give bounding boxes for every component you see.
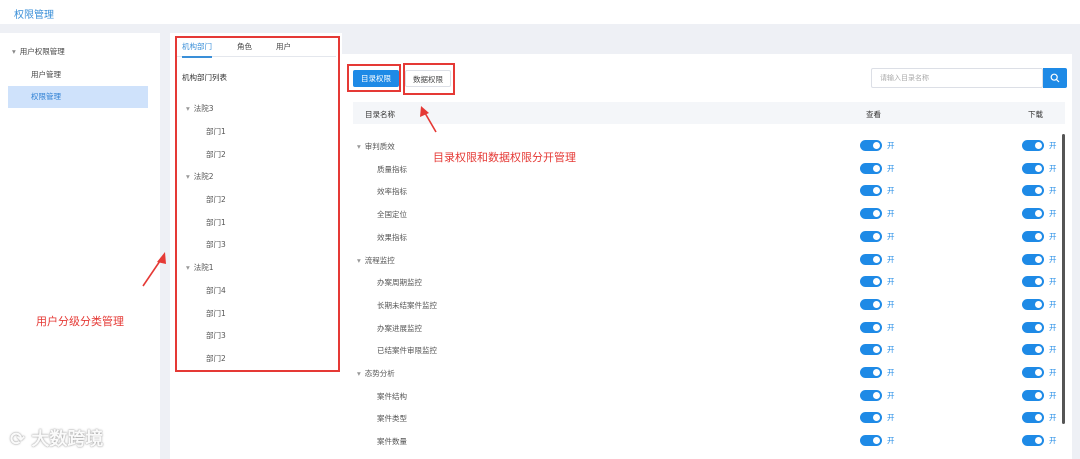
watermark-icon: ⟳	[10, 429, 32, 450]
watermark: ⟳ 大数跨境	[10, 425, 103, 451]
watermark-text: 大数跨境	[31, 429, 104, 450]
arrow-icon	[420, 106, 437, 133]
annotation-text-buttons: 目录权限和数据权限分开管理	[433, 151, 576, 164]
annotation-arrows	[142, 106, 437, 287]
annotation-text-tree: 用户分级分类管理	[36, 315, 124, 328]
arrow-icon	[142, 252, 166, 287]
